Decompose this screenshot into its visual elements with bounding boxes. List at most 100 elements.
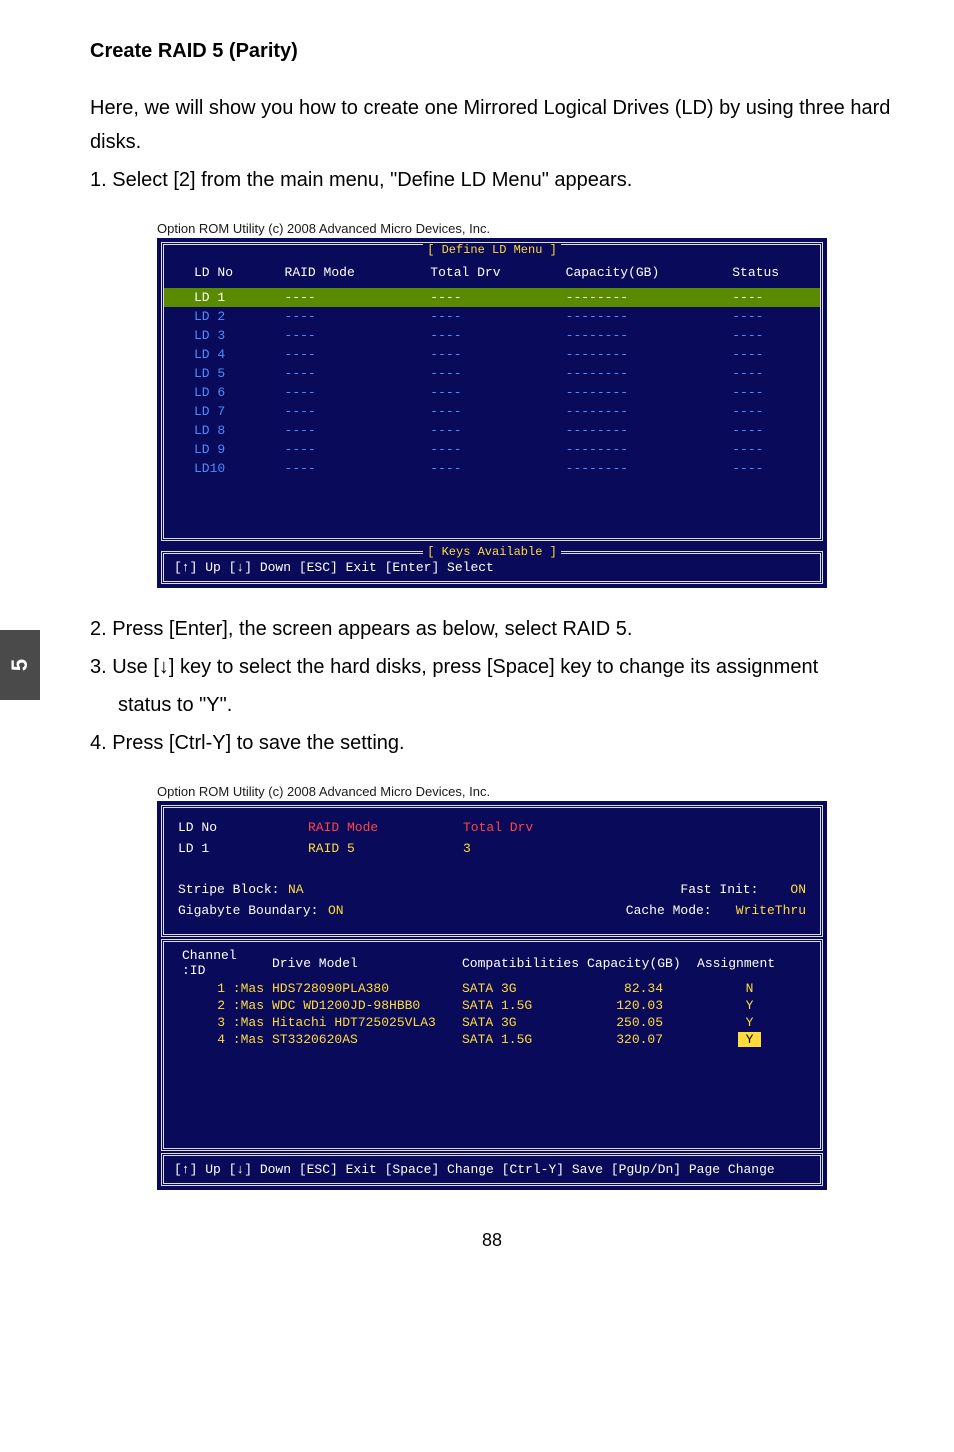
cell: -------- xyxy=(560,421,727,440)
cell: ST3320620AS xyxy=(268,1031,458,1048)
cell: Y xyxy=(693,997,806,1014)
cell: ---- xyxy=(279,345,425,364)
cell: ---- xyxy=(424,326,559,345)
cell: 320.07 xyxy=(583,1031,693,1048)
cell: SATA 1.5G xyxy=(458,1031,583,1048)
cell: ---- xyxy=(424,440,559,459)
cell: ---- xyxy=(726,364,820,383)
drive-row: 2 :MasWDC WD1200JD-98HBB0SATA 1.5G120.03… xyxy=(178,997,806,1014)
bios1-th-totaldrv: Total Drv xyxy=(424,263,559,282)
table-row: LD 5-------------------- xyxy=(164,364,820,383)
cell: ---- xyxy=(424,421,559,440)
page-number: 88 xyxy=(90,1230,894,1251)
table-row: LD 8-------------------- xyxy=(164,421,820,440)
cell: ---- xyxy=(279,383,425,402)
cell: Y xyxy=(693,1031,806,1048)
cell: ---- xyxy=(279,288,425,307)
table-row: LD10-------------------- xyxy=(164,459,820,478)
bios2-giga-label: Gigabyte Boundary: xyxy=(178,903,328,918)
cell: ---- xyxy=(279,402,425,421)
bios2-ldno-label: LD No xyxy=(178,820,308,835)
table-row: LD 1-------------------- xyxy=(164,288,820,307)
cell: SATA 3G xyxy=(458,1014,583,1031)
table-row: LD 6-------------------- xyxy=(164,383,820,402)
cell: ---- xyxy=(726,307,820,326)
bios1-th-status: Status xyxy=(726,263,820,282)
cell: LD 1 xyxy=(164,288,279,307)
bios2-caption: Option ROM Utility (c) 2008 Advanced Mic… xyxy=(157,784,827,799)
cell: ---- xyxy=(726,440,820,459)
step-2: 2. Press [Enter], the screen appears as … xyxy=(90,612,894,646)
cell: ---- xyxy=(424,345,559,364)
bios1-th-ldno: LD No xyxy=(164,263,279,282)
cell: ---- xyxy=(424,364,559,383)
section-title: Create RAID 5 (Parity) xyxy=(90,40,894,63)
bios2-ldno-val: LD 1 xyxy=(178,841,308,856)
intro-paragraph: Here, we will show you how to create one… xyxy=(90,91,894,159)
cell: -------- xyxy=(560,440,727,459)
cell: ---- xyxy=(726,383,820,402)
bios2-th-cap: Capacity(GB) xyxy=(583,946,693,980)
table-row: LD 7-------------------- xyxy=(164,402,820,421)
cell: SATA 1.5G xyxy=(458,997,583,1014)
drive-row: 3 :MasHitachi HDT725025VLA3SATA 3G250.05… xyxy=(178,1014,806,1031)
cell: 2 :Mas xyxy=(178,997,268,1014)
cell: 250.05 xyxy=(583,1014,693,1031)
cell: ---- xyxy=(279,307,425,326)
bios1-caption: Option ROM Utility (c) 2008 Advanced Mic… xyxy=(157,221,827,236)
cell: N xyxy=(693,980,806,997)
cell: ---- xyxy=(279,421,425,440)
bios2-th-channel: Channel :ID xyxy=(178,946,268,980)
bios2-stripe-label: Stripe Block: xyxy=(178,882,288,897)
cell: -------- xyxy=(560,345,727,364)
table-row: LD 9-------------------- xyxy=(164,440,820,459)
cell: ---- xyxy=(279,364,425,383)
bios2-th-asg: Assignment xyxy=(693,946,806,980)
bios2-fast-label: Fast Init: xyxy=(680,882,790,897)
bios2-th-model: Drive Model xyxy=(268,946,458,980)
bios-screenshot-2: Option ROM Utility (c) 2008 Advanced Mic… xyxy=(157,784,827,1190)
drive-row: 4 :MasST3320620ASSATA 1.5G320.07Y xyxy=(178,1031,806,1048)
cell: 120.03 xyxy=(583,997,693,1014)
cell: -------- xyxy=(560,364,727,383)
cell: ---- xyxy=(726,421,820,440)
bios2-totaldrv-label: Total Drv xyxy=(463,820,533,835)
bios2-giga-val: ON xyxy=(328,903,344,918)
bios2-raidmode-val: RAID 5 xyxy=(308,841,463,856)
bios2-raidmode-label: RAID Mode xyxy=(308,820,463,835)
step-3b: status to "Y". xyxy=(90,688,894,722)
cell: LD 3 xyxy=(164,326,279,345)
cell: LD 9 xyxy=(164,440,279,459)
cell: ---- xyxy=(279,326,425,345)
bios2-cache-label: Cache Mode: xyxy=(626,903,736,918)
bios2-drive-table: Channel :ID Drive Model Compatibilities … xyxy=(178,946,806,1048)
cell: ---- xyxy=(726,345,820,364)
cell: LD 5 xyxy=(164,364,279,383)
cell: -------- xyxy=(560,288,727,307)
bios2-footer: [↑] Up [↓] Down [ESC] Exit [Space] Chang… xyxy=(164,1156,820,1183)
cell: -------- xyxy=(560,402,727,421)
bios1-keys-title: [ Keys Available ] xyxy=(159,545,825,559)
cell: ---- xyxy=(424,402,559,421)
cell: -------- xyxy=(560,307,727,326)
cell: 3 :Mas xyxy=(178,1014,268,1031)
cell: ---- xyxy=(726,402,820,421)
bios2-totaldrv-val: 3 xyxy=(463,841,471,856)
cell: 1 :Mas xyxy=(178,980,268,997)
step-4: 4. Press [Ctrl-Y] to save the setting. xyxy=(90,726,894,760)
cell: ---- xyxy=(726,288,820,307)
cell: ---- xyxy=(279,459,425,478)
chapter-number: 5 xyxy=(7,659,33,671)
cell: ---- xyxy=(726,459,820,478)
table-row: LD 2-------------------- xyxy=(164,307,820,326)
bios2-cache-val: WriteThru xyxy=(736,903,806,918)
cell: ---- xyxy=(424,459,559,478)
bios-screenshot-1: Option ROM Utility (c) 2008 Advanced Mic… xyxy=(157,221,827,588)
cell: LD10 xyxy=(164,459,279,478)
cell: LD 4 xyxy=(164,345,279,364)
step-1: 1. Select [2] from the main menu, "Defin… xyxy=(90,163,894,197)
cell: 4 :Mas xyxy=(178,1031,268,1048)
cell: Y xyxy=(693,1014,806,1031)
cell: LD 6 xyxy=(164,383,279,402)
cell: -------- xyxy=(560,326,727,345)
